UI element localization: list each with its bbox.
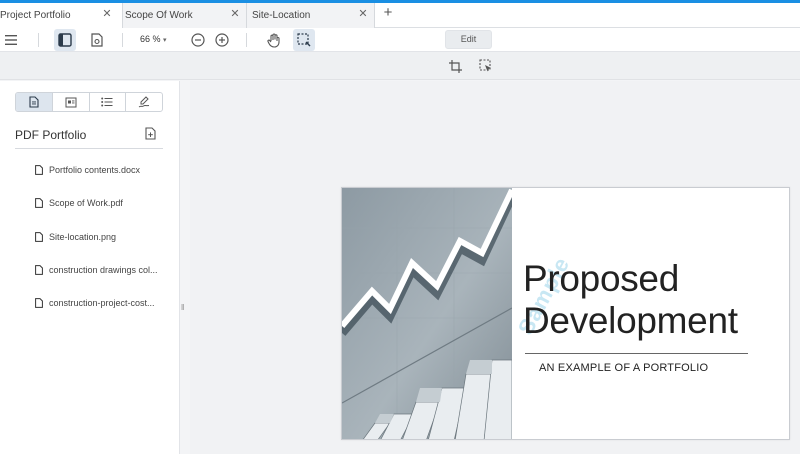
document-title-line2: Development — [523, 300, 738, 341]
file-icon — [35, 198, 43, 208]
tab-label: Project Portfolio — [0, 10, 71, 21]
tab-site-location[interactable]: Site-Location ✕ — [247, 3, 375, 28]
list-item-file[interactable]: construction drawings col... — [35, 263, 158, 277]
add-file-button[interactable] — [145, 127, 156, 145]
signature-icon — [138, 96, 150, 108]
toolbar-divider — [38, 33, 39, 47]
hand-tool-button[interactable] — [263, 29, 285, 51]
pdf-page[interactable]: Sample Proposed Development AN EXAMPLE O… — [341, 187, 790, 440]
document-title-line1: Proposed — [523, 258, 679, 299]
close-icon[interactable]: ✕ — [229, 8, 241, 20]
sidebar-resize-handle[interactable]: ‖ — [181, 303, 184, 312]
cover-photo-stairs-graph — [342, 188, 512, 439]
sidebar: PDF Portfolio Portfolio contents.docx Sc… — [0, 81, 180, 454]
file-icon — [35, 265, 43, 275]
add-file-icon — [145, 127, 156, 140]
toggle-sidebar-button[interactable] — [54, 29, 76, 51]
sidebar-view-switcher — [15, 92, 163, 112]
main-toolbar: 66 % ▾ Edit — [0, 28, 800, 52]
document-subtitle: AN EXAMPLE OF A PORTFOLIO — [539, 362, 709, 374]
secondary-toolbar — [0, 52, 800, 80]
crop-icon — [448, 59, 462, 73]
hand-icon — [267, 32, 280, 48]
tab-list-view[interactable] — [90, 93, 127, 111]
sidebar-panel-icon — [58, 33, 72, 47]
close-icon[interactable]: ✕ — [101, 8, 113, 20]
new-tab-button[interactable]: + — [381, 5, 395, 20]
toolbar-divider — [246, 33, 247, 47]
hamburger-icon — [5, 35, 17, 45]
tab-details-view[interactable] — [53, 93, 90, 111]
file-icon — [35, 298, 43, 308]
crop-button[interactable] — [444, 55, 466, 77]
tab-scope-of-work[interactable]: Scope Of Work ✕ — [123, 3, 247, 28]
sidebar-divider — [15, 148, 163, 149]
page-gear-icon — [91, 33, 103, 47]
selection-box-icon — [297, 33, 311, 47]
zoom-value: 66 % — [140, 34, 161, 44]
zoom-out-button[interactable] — [187, 29, 209, 51]
zoom-in-icon — [215, 33, 229, 47]
file-name: construction-project-cost... — [49, 298, 155, 308]
file-icon — [35, 165, 43, 175]
tab-label: Scope Of Work — [125, 10, 193, 21]
tab-label: Site-Location — [252, 10, 311, 21]
select-tool-button[interactable] — [293, 29, 315, 51]
edit-button[interactable]: Edit — [445, 30, 492, 49]
file-icon — [35, 232, 43, 242]
toolbar-divider — [122, 33, 123, 47]
tab-bar: Project Portfolio ✕ Scope Of Work ✕ Site… — [0, 3, 800, 28]
menu-button[interactable] — [0, 29, 22, 51]
list-item-file[interactable]: Scope of Work.pdf — [35, 196, 123, 210]
tab-portfolio-view[interactable] — [16, 93, 53, 111]
file-name: construction drawings col... — [49, 265, 158, 275]
list-item-file[interactable]: Site-location.png — [35, 230, 116, 244]
sidebar-title: PDF Portfolio — [15, 128, 87, 142]
tab-signatures-view[interactable] — [126, 93, 162, 111]
document-icon — [29, 96, 39, 108]
close-icon[interactable]: ✕ — [357, 8, 369, 20]
card-details-icon — [65, 97, 77, 107]
page-settings-button[interactable] — [86, 29, 108, 51]
file-name: Scope of Work.pdf — [49, 198, 123, 208]
list-icon — [101, 97, 113, 107]
chevron-down-icon: ▾ — [163, 37, 167, 44]
zoom-in-button[interactable] — [211, 29, 233, 51]
area-select-button[interactable] — [475, 55, 497, 77]
title-underline — [525, 353, 748, 354]
file-name: Portfolio contents.docx — [49, 165, 141, 175]
area-select-icon — [479, 59, 491, 72]
zoom-out-icon — [191, 33, 205, 47]
zoom-select[interactable]: 66 % ▾ — [140, 34, 167, 44]
tab-project-portfolio[interactable]: Project Portfolio ✕ — [0, 3, 123, 28]
list-item-file[interactable]: Portfolio contents.docx — [35, 163, 140, 177]
list-item-file[interactable]: construction-project-cost... — [35, 296, 155, 310]
file-name: Site-location.png — [49, 232, 117, 242]
